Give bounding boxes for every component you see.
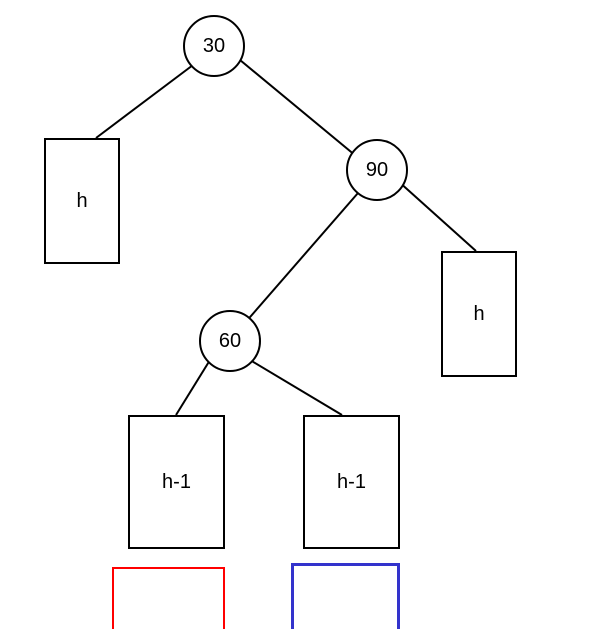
node-right-left: 60 xyxy=(199,310,261,372)
node-right-left-label: 60 xyxy=(219,330,241,353)
subtree-rl-left: h-1 xyxy=(128,415,225,549)
subtree-right-right-label: h xyxy=(473,303,484,326)
node-root: 30 xyxy=(183,15,245,77)
subtree-rl-right: h-1 xyxy=(303,415,400,549)
subtree-rl-left-label: h-1 xyxy=(162,471,191,494)
subtree-rl-right-label: h-1 xyxy=(337,471,366,494)
ghost-box-left xyxy=(112,567,225,629)
ghost-box-right xyxy=(291,563,400,629)
tree-diagram: 30 90 60 h h h-1 h-1 xyxy=(0,0,612,629)
subtree-right-right: h xyxy=(441,251,517,377)
subtree-left: h xyxy=(44,138,120,264)
subtree-left-label: h xyxy=(76,190,87,213)
node-right: 90 xyxy=(346,139,408,201)
node-root-label: 30 xyxy=(203,35,225,58)
node-right-label: 90 xyxy=(366,159,388,182)
